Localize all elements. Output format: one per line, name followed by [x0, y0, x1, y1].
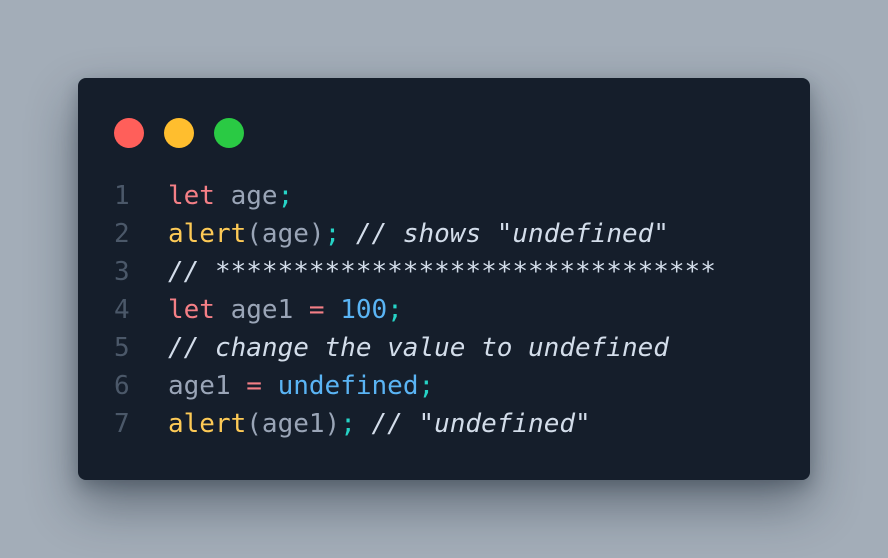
code-token-op: =	[246, 371, 262, 401]
code-line: 2 alert(age); // shows "undefined"	[78, 215, 810, 253]
line-number: 2	[114, 219, 130, 249]
code-token-kw: let	[168, 295, 215, 325]
code-block: 1 let age; 2 alert(age); // shows "undefine…	[78, 177, 810, 443]
code-token-id: (age)	[246, 219, 325, 249]
code-line: 7 alert(age1); // "undefined"	[78, 405, 810, 443]
code-text: // change the value to undefined	[168, 329, 669, 367]
line-number: 1	[114, 181, 130, 211]
code-line: 3 // ********************************	[78, 253, 810, 291]
code-text: age1 = undefined;	[168, 367, 434, 405]
code-text: let age;	[168, 177, 293, 215]
line-number: 7	[114, 409, 130, 439]
code-text: alert(age); // shows "undefined"	[168, 215, 669, 253]
code-token-id: age1	[214, 295, 309, 325]
code-text: alert(age1); // "undefined"	[168, 405, 591, 443]
line-number: 3	[114, 257, 130, 287]
code-token-pn: ;	[418, 371, 435, 401]
code-token-id	[262, 371, 278, 401]
code-line: 6 age1 = undefined;	[78, 367, 810, 405]
maximize-dot-icon[interactable]	[214, 118, 244, 148]
code-token-pn: ;	[387, 295, 403, 325]
code-token-pn: ;	[340, 409, 356, 439]
code-text: // ********************************	[168, 253, 716, 291]
code-token-num: 100	[340, 295, 388, 325]
code-token-cm: // shows "undefined"	[340, 219, 669, 249]
code-window: 1 let age; 2 alert(age); // shows "undefine…	[78, 78, 810, 480]
code-token-id	[325, 295, 341, 325]
code-token-id: age1	[168, 371, 247, 401]
code-token-num: undefined	[277, 371, 419, 401]
code-line: 1 let age;	[78, 177, 810, 215]
code-token-fn: alert	[168, 219, 247, 249]
code-token-id: (age1)	[246, 409, 341, 439]
code-token-fn: alert	[168, 409, 247, 439]
code-line: 4 let age1 = 100;	[78, 291, 810, 329]
line-number: 5	[114, 333, 130, 363]
code-token-cm: // ********************************	[168, 257, 716, 287]
code-token-cm: // change the value to undefined	[168, 333, 669, 363]
code-token-pn: ;	[277, 181, 294, 211]
code-token-id: age	[214, 181, 278, 211]
minimize-dot-icon[interactable]	[164, 118, 194, 148]
code-token-pn: ;	[324, 219, 341, 249]
line-number: 4	[114, 295, 130, 325]
code-line: 5 // change the value to undefined	[78, 329, 810, 367]
code-token-op: =	[308, 295, 325, 325]
code-token-kw: let	[168, 181, 215, 211]
line-number: 6	[114, 371, 130, 401]
code-text: let age1 = 100;	[168, 291, 403, 329]
code-token-cm: // "undefined"	[355, 409, 591, 439]
close-dot-icon[interactable]	[114, 118, 144, 148]
